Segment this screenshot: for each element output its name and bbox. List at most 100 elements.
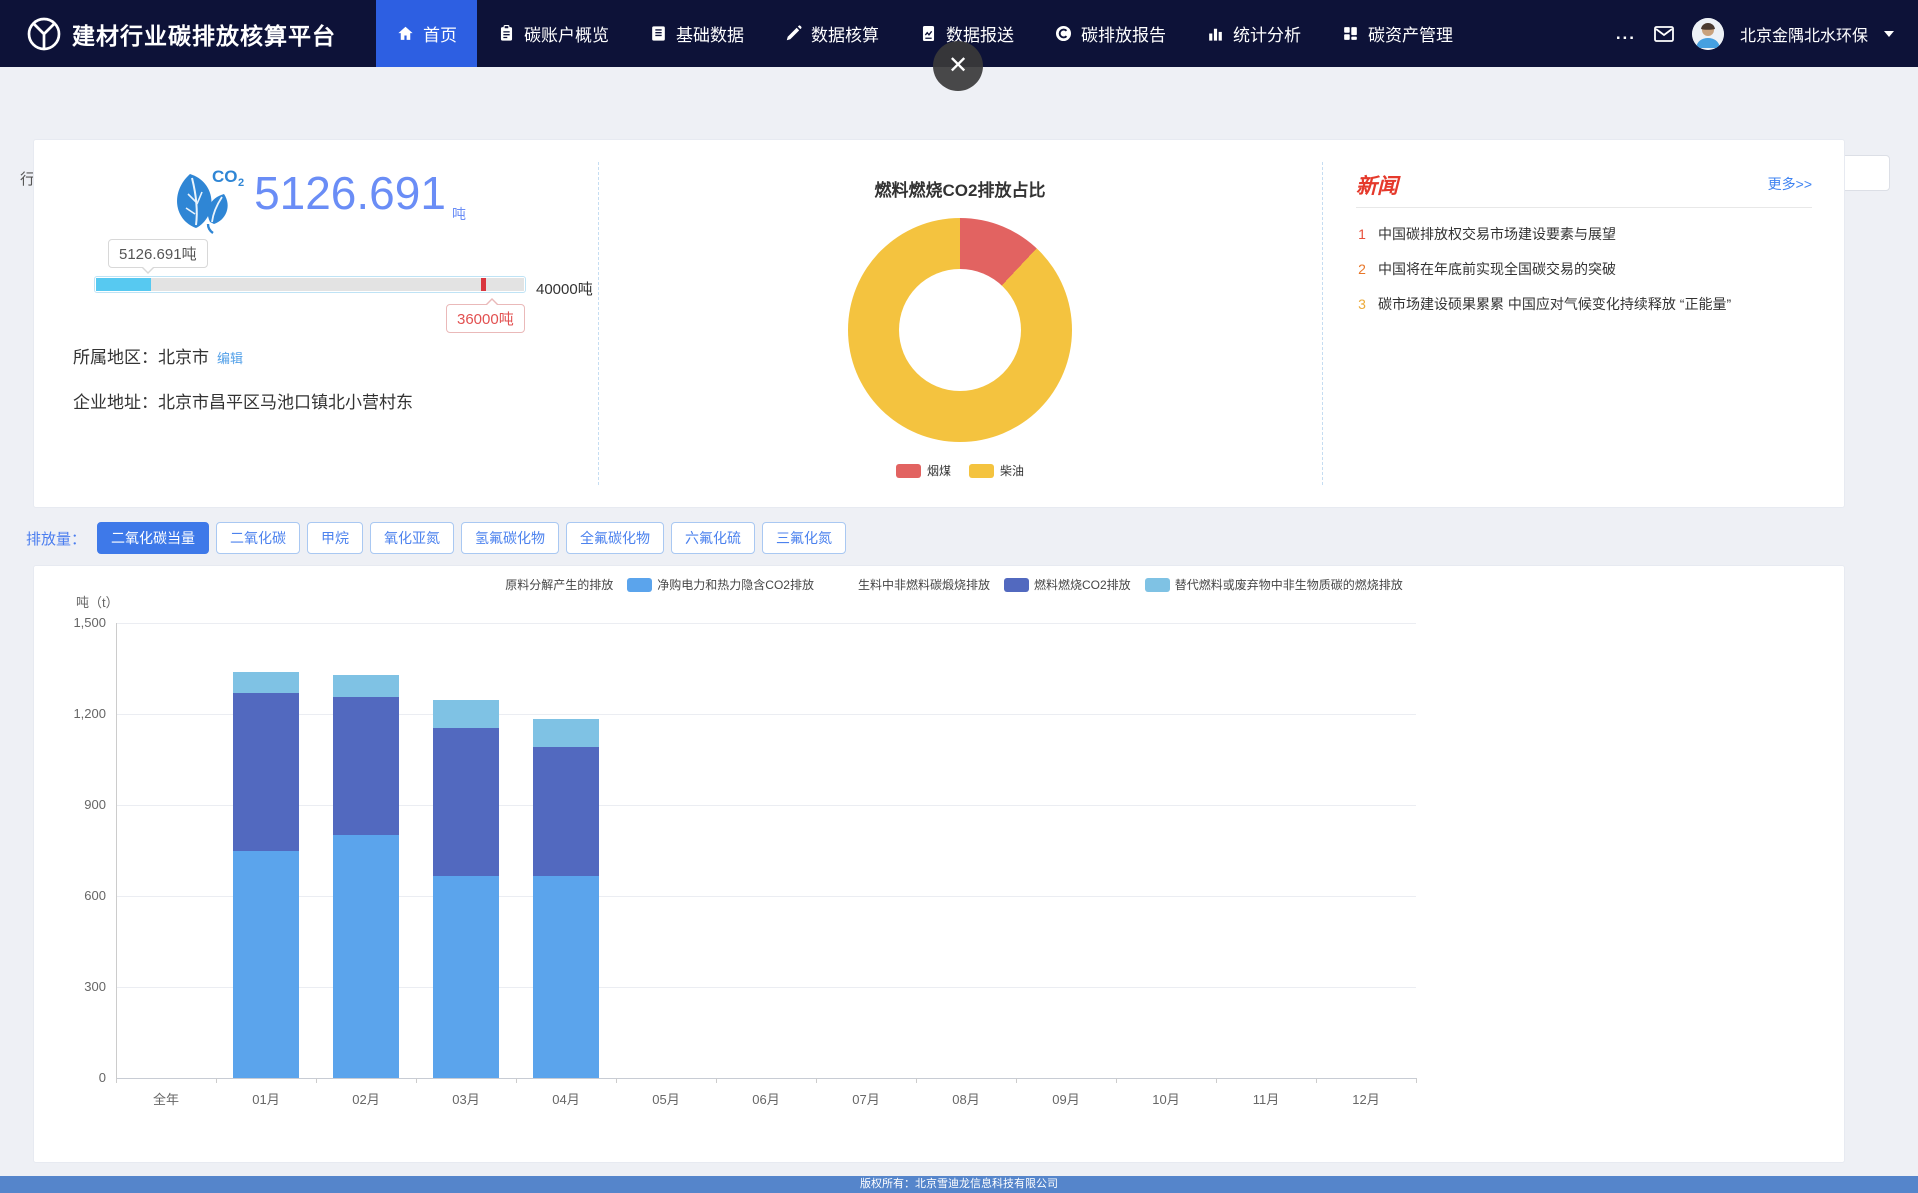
tab-n2o[interactable]: 氧化亚氮: [370, 522, 454, 554]
x-axis-tick: [516, 1078, 517, 1083]
x-axis-tick: [116, 1078, 117, 1083]
tab-hfcs[interactable]: 氢氟碳化物: [461, 522, 559, 554]
donut-hole: [899, 269, 1021, 391]
grid-line: [116, 987, 1416, 988]
nav-right: ... 北京金隅北水环保: [1616, 18, 1918, 50]
legend-label: 燃料燃烧CO2排放: [1034, 576, 1131, 593]
close-button[interactable]: ✕: [933, 41, 983, 91]
audit-icon: [784, 24, 803, 43]
nav-more-button[interactable]: ...: [1616, 24, 1636, 44]
bar-segment: [333, 835, 399, 1078]
chevron-down-icon[interactable]: [1884, 31, 1894, 37]
news-item[interactable]: 1 中国碳排放权交易市场建设要素与展望: [1356, 224, 1812, 244]
x-tick-label: 12月: [1326, 1089, 1406, 1108]
home-icon: [396, 24, 415, 43]
emission-summary-panel: CO 2 5126.691 吨 5126.691吨 40000吨 36000吨 …: [34, 140, 598, 507]
y-tick-label: 0: [44, 1070, 106, 1085]
tab-nf3[interactable]: 三氟化氮: [762, 522, 846, 554]
bar-legend-item[interactable]: 生料中非燃料碳煅烧排放: [828, 576, 990, 593]
bar-segment: [233, 851, 299, 1079]
bar-legend-item[interactable]: 替代燃料或废弃物中非生物质碳的燃烧排放: [1145, 576, 1403, 593]
donut-legend-item[interactable]: 烟煤: [896, 462, 951, 479]
emission-type-tabs: 排放量： 二氧化碳当量二氧化碳甲烷氧化亚氮氢氟碳化物全氟碳化物六氟化硫三氟化氮: [26, 521, 846, 555]
co2-total-unit: 吨: [452, 204, 466, 224]
news-item[interactable]: 3碳市场建设硕果累累 中国应对气候变化持续释放 “正能量”: [1356, 294, 1812, 314]
bar-legend-item[interactable]: 原料分解产生的排放: [475, 576, 613, 593]
avatar[interactable]: [1692, 18, 1724, 50]
donut-legend-item[interactable]: 柴油: [969, 462, 1024, 479]
legend-swatch: [475, 578, 500, 592]
legend-swatch: [828, 578, 853, 592]
grid-line: [116, 805, 1416, 806]
legend-swatch: [969, 464, 994, 478]
nav-item-emission-report[interactable]: 碳排放报告: [1034, 0, 1186, 67]
news-item[interactable]: 2中国将在年底前实现全国碳交易的突破: [1356, 259, 1812, 279]
tab-ch4[interactable]: 甲烷: [307, 522, 363, 554]
emission-progress-bar: [94, 276, 526, 293]
brand-title: 建材行业碳排放核算平台: [72, 17, 336, 51]
legend-label: 柴油: [1000, 462, 1024, 479]
x-axis-tick: [1116, 1078, 1117, 1083]
x-axis-tick: [416, 1078, 417, 1083]
tab-sf6[interactable]: 六氟化硫: [671, 522, 755, 554]
close-icon: ✕: [948, 52, 968, 79]
nav-item-home[interactable]: 首页: [376, 0, 477, 67]
nav-item-account-overview[interactable]: 碳账户概览: [477, 0, 629, 67]
tab-co2[interactable]: 二氧化碳: [216, 522, 300, 554]
bar-segment: [433, 728, 499, 877]
nav-item-statistics[interactable]: 统计分析: [1186, 0, 1321, 67]
submit-icon: [919, 24, 938, 43]
y-tick-label: 300: [44, 979, 106, 994]
legend-label: 替代燃料或废弃物中非生物质碳的燃烧排放: [1175, 576, 1403, 593]
brand: 建材行业碳排放核算平台: [0, 16, 336, 52]
news-item-title: 中国将在年底前实现全国碳交易的突破: [1378, 259, 1616, 279]
nav-item-carbon-asset[interactable]: 碳资产管理: [1321, 0, 1473, 67]
brand-logo-icon: [26, 16, 62, 52]
bar-legend-item[interactable]: 燃料燃烧CO2排放: [1004, 576, 1131, 593]
svg-text:CO: CO: [212, 167, 238, 186]
legend-swatch: [896, 464, 921, 478]
nav-item-label: 首页: [423, 21, 457, 46]
news-list: 1 中国碳排放权交易市场建设要素与展望 2中国将在年底前实现全国碳交易的突破 3碳市场…: [1356, 224, 1812, 329]
region-line: 所属地区：北京市编辑: [73, 343, 243, 368]
bar-segment: [433, 700, 499, 727]
legend-label: 烟煤: [927, 462, 951, 479]
legend-swatch: [627, 578, 652, 592]
x-tick-label: 07月: [826, 1089, 906, 1108]
address-value: 北京市昌平区马池口镇北小营村东: [158, 393, 413, 412]
mail-icon[interactable]: [1652, 22, 1676, 46]
news-item-number: 3: [1356, 294, 1368, 314]
quota-marker: [481, 278, 486, 291]
fuel-donut-chart: [848, 218, 1072, 442]
y-tick-label: 1,200: [44, 706, 106, 721]
news-item-title: 中国碳排放权交易市场建设要素与展望: [1378, 224, 1616, 244]
database-icon: [649, 24, 668, 43]
nav-item-data-audit[interactable]: 数据核算: [764, 0, 899, 67]
user-name[interactable]: 北京金隅北水环保: [1740, 22, 1868, 46]
nav-item-label: 基础数据: [676, 21, 744, 46]
region-value: 北京市: [158, 348, 209, 367]
news-panel: 新闻 更多>> 1中国碳排放权交易市场建设要素与展望2中国将在年底前实现全国碳交…: [1322, 140, 1846, 507]
nav-item-base-data[interactable]: 基础数据: [629, 0, 764, 67]
tab-pfcs[interactable]: 全氟碳化物: [566, 522, 664, 554]
grid-line: [116, 714, 1416, 715]
x-axis-tick: [1016, 1078, 1017, 1083]
bar-legend-item[interactable]: 净购电力和热力隐含CO2排放: [627, 576, 814, 593]
address-line: 企业地址：北京市昌平区马池口镇北小营村东: [73, 388, 413, 413]
edit-region-link[interactable]: 编辑: [217, 351, 243, 366]
address-label: 企业地址：: [73, 393, 158, 412]
y-tick-label: 900: [44, 797, 106, 812]
co2-total-row: CO 2 5126.691 吨: [34, 140, 598, 236]
x-axis-tick: [616, 1078, 617, 1083]
tab-co2e[interactable]: 二氧化碳当量: [97, 522, 209, 554]
stats-icon: [1206, 24, 1225, 43]
x-tick-label: 10月: [1126, 1089, 1206, 1108]
x-axis-tick: [216, 1078, 217, 1083]
legend-label: 生料中非燃料碳煅烧排放: [858, 576, 990, 593]
emission-bar-chart-card: 原料分解产生的排放净购电力和热力隐含CO2排放 生料中非燃料碳煅烧排放 燃料燃烧CO…: [33, 565, 1845, 1163]
co2-total-value: 5126.691: [254, 164, 446, 222]
x-tick-label: 01月: [226, 1089, 306, 1108]
x-tick-label: 03月: [426, 1089, 506, 1108]
news-more-link[interactable]: 更多>>: [1768, 174, 1812, 194]
news-item-number: 1: [1356, 224, 1368, 244]
